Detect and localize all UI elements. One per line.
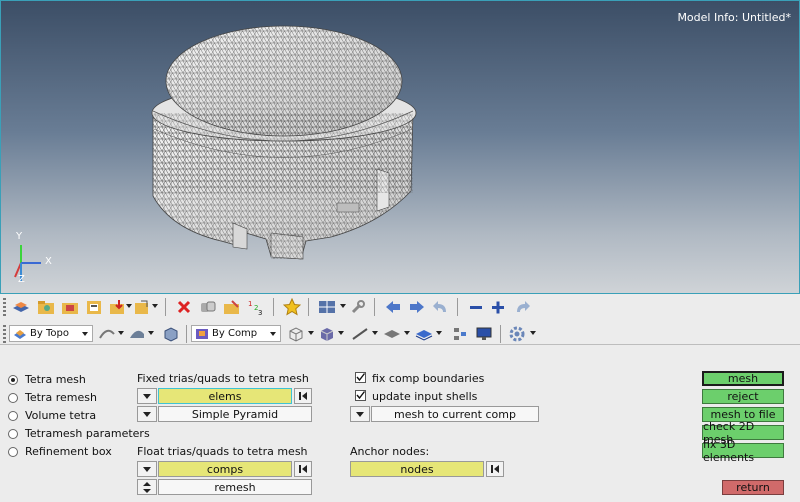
reset-selection-icon[interactable] [486,461,504,477]
mesh-to-current-comp-option[interactable]: mesh to current comp [371,406,539,422]
radio-volume-tetra[interactable]: Volume tetra [8,409,96,422]
radio-button-selected[interactable] [8,374,18,385]
favorite-star-icon[interactable] [282,297,302,317]
zoom-in-icon[interactable] [488,297,508,317]
simple-pyramid-option[interactable]: Simple Pyramid [158,406,312,422]
export-icon[interactable] [108,297,128,317]
radio-label: Refinement box [25,445,112,458]
open-model-icon[interactable] [11,297,31,317]
checkmark-icon [356,373,366,382]
shaded-cube-icon[interactable] [317,324,337,344]
radio-button[interactable] [8,428,18,439]
wireframe-cube-icon[interactable] [286,324,306,344]
float-entity-toggle[interactable] [137,461,157,477]
radio-button[interactable] [8,392,18,403]
graphics-viewport[interactable]: Model Info: Untitled* Y X Z [0,0,800,294]
fix-comp-boundaries-label: fix comp boundaries [372,372,485,385]
float-option-switch[interactable] [137,479,157,495]
solid-display-icon[interactable] [161,324,181,344]
line-element-icon[interactable] [350,324,370,344]
chevron-down-icon [356,411,364,417]
checkmark-icon [356,391,366,400]
import-icon[interactable] [60,297,80,317]
mask-icon[interactable] [222,297,242,317]
reset-selection-icon[interactable] [294,461,312,477]
axis-z-label: Z [18,274,25,285]
view-layout-icon[interactable] [317,297,337,317]
radio-label: Volume tetra [25,409,97,422]
update-input-shells-checkbox[interactable] [355,390,366,401]
anchor-nodes-label: Anchor nodes: [350,445,430,458]
chevron-down-icon [143,411,151,417]
monitor-icon[interactable] [474,324,494,344]
arrow-right-icon[interactable] [407,297,427,317]
axis-y-label: Y [16,231,23,242]
settings-gear-icon[interactable] [507,324,527,344]
tetramesh-panel [0,344,800,502]
float-comps-selector[interactable]: comps [158,461,292,477]
shaded-surface-icon[interactable] [127,324,147,344]
comp-icon [196,329,208,339]
wrench-icon[interactable] [348,297,368,317]
surface-display-icon[interactable] [97,324,117,344]
chevron-down-icon [143,466,151,472]
svg-text:1: 1 [248,300,252,308]
zoom-out-icon[interactable] [466,297,486,317]
plane-element-icon[interactable] [382,324,402,344]
redo-icon[interactable] [512,297,532,317]
radio-tetra-mesh[interactable]: Tetra mesh [8,373,86,386]
mesh-button[interactable]: mesh [702,371,784,386]
up-down-arrows-icon [143,481,151,493]
radio-refinement-box[interactable]: Refinement box [8,445,112,458]
renumber-icon[interactable]: 123 [246,297,266,317]
fixed-elems-selector[interactable]: elems [158,388,292,404]
by-topo-label: By Topo [30,328,69,339]
radio-button[interactable] [8,410,18,421]
mesh-model-render[interactable] [1,1,799,293]
fixed-entity-toggle[interactable] [137,388,157,404]
axis-x-label: X [45,256,52,267]
return-button[interactable]: return [722,480,784,495]
remesh-option[interactable]: remesh [158,479,312,495]
layer-element-icon[interactable] [414,324,434,344]
model-tree-icon[interactable] [450,324,470,344]
topo-icon [14,330,26,339]
delete-icon[interactable] [174,297,194,317]
float-trias-label: Float trias/quads to tetra mesh [137,445,308,458]
svg-text:3: 3 [258,309,262,316]
save-icon[interactable] [84,297,104,317]
toolbar-row-1: 123 [0,294,800,320]
session-icon[interactable] [132,297,152,317]
by-topo-selector[interactable]: By Topo [9,325,93,342]
radio-button[interactable] [8,446,18,457]
radio-label: Tetra remesh [25,391,97,404]
anchor-nodes-selector[interactable]: nodes [350,461,484,477]
radio-label: Tetra mesh [25,373,86,386]
radio-tetra-remesh[interactable]: Tetra remesh [8,391,97,404]
radio-label: Tetramesh parameters [25,427,150,440]
mesh-target-toggle[interactable] [350,406,370,422]
fix-comp-boundaries-checkbox[interactable] [355,372,366,383]
chevron-down-icon [143,393,151,399]
by-comp-selector[interactable]: By Comp [191,325,281,342]
arrow-left-icon[interactable] [383,297,403,317]
fixed-option-toggle[interactable] [137,406,157,422]
open-folder-icon[interactable] [36,297,56,317]
reject-button[interactable]: reject [702,389,784,404]
fix-3d-elements-button[interactable]: fix 3D elements [702,438,784,464]
reset-selection-icon[interactable] [294,388,312,404]
update-input-shells-label: update input shells [372,390,478,403]
undo-icon[interactable] [431,297,451,317]
fixed-trias-label: Fixed trias/quads to tetra mesh [137,372,309,385]
radio-tetramesh-parameters[interactable]: Tetramesh parameters [8,427,150,440]
organize-icon[interactable] [198,297,218,317]
by-comp-label: By Comp [212,328,258,339]
